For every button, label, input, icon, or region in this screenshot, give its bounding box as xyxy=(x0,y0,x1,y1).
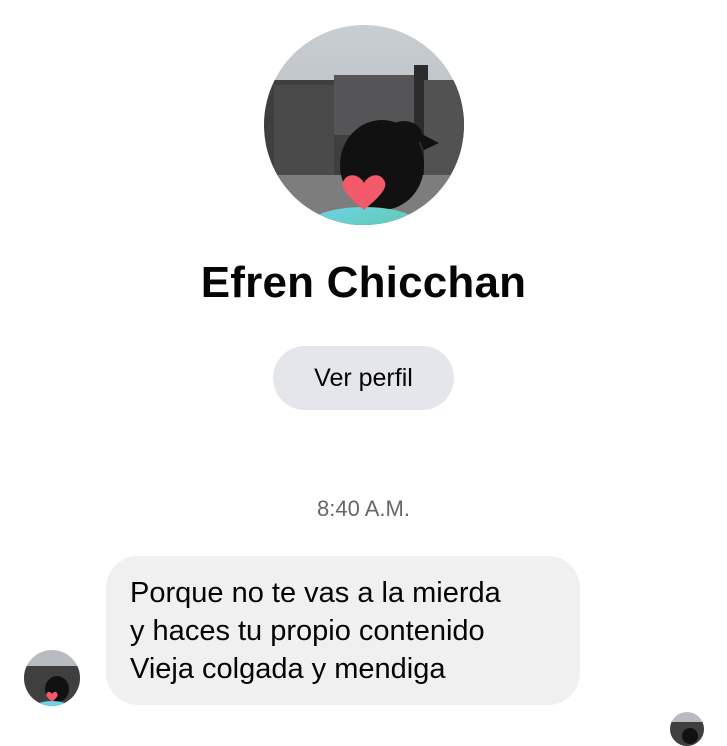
message-line: y haces tu propio contenido xyxy=(130,615,485,647)
message-line: Vieja colgada y mendiga xyxy=(130,653,446,685)
message-line: Porque no te vas a la mierda xyxy=(130,577,501,609)
seen-indicator-avatar xyxy=(670,712,704,746)
profile-photo[interactable] xyxy=(264,25,464,225)
profile-name: Efren Chicchan xyxy=(200,258,527,307)
message-timestamp: 8:40 A.M. xyxy=(317,496,410,521)
view-profile-button[interactable]: Ver perfil xyxy=(273,346,454,410)
sender-avatar[interactable] xyxy=(24,650,80,706)
profile-photo-image xyxy=(264,25,464,225)
message-bubble[interactable]: Porque no te vas a la mierda y haces tu … xyxy=(106,556,580,705)
sender-avatar-image xyxy=(24,650,80,706)
